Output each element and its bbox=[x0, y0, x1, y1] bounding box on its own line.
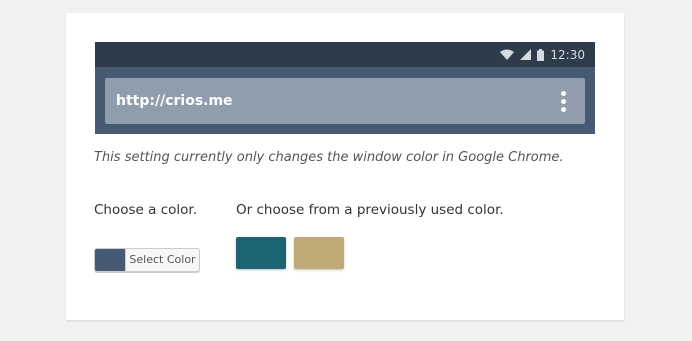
select-color-label: Select Color bbox=[125, 249, 199, 271]
choose-color-label: Choose a color. bbox=[94, 202, 197, 218]
setting-note: This setting currently only changes the … bbox=[94, 150, 564, 165]
url-text: http://crios.me bbox=[116, 93, 233, 109]
status-bar: 12:30 bbox=[95, 42, 595, 67]
previous-color-swatch[interactable] bbox=[236, 237, 286, 269]
signal-icon bbox=[520, 49, 532, 60]
previous-color-swatch[interactable] bbox=[294, 237, 344, 269]
select-color-button[interactable]: Select Color bbox=[94, 248, 200, 272]
omnibox: http://crios.me bbox=[105, 78, 585, 124]
settings-card: 12:30 http://crios.me This setting curre… bbox=[66, 13, 624, 320]
status-time: 12:30 bbox=[550, 47, 585, 62]
battery-icon bbox=[537, 48, 545, 61]
chrome-preview: 12:30 http://crios.me bbox=[95, 42, 595, 134]
previous-colors-label: Or choose from a previously used color. bbox=[236, 202, 504, 218]
overflow-menu-icon bbox=[555, 89, 571, 113]
current-color-swatch bbox=[95, 249, 125, 271]
wifi-icon bbox=[500, 49, 515, 60]
status-icons: 12:30 bbox=[500, 42, 585, 67]
